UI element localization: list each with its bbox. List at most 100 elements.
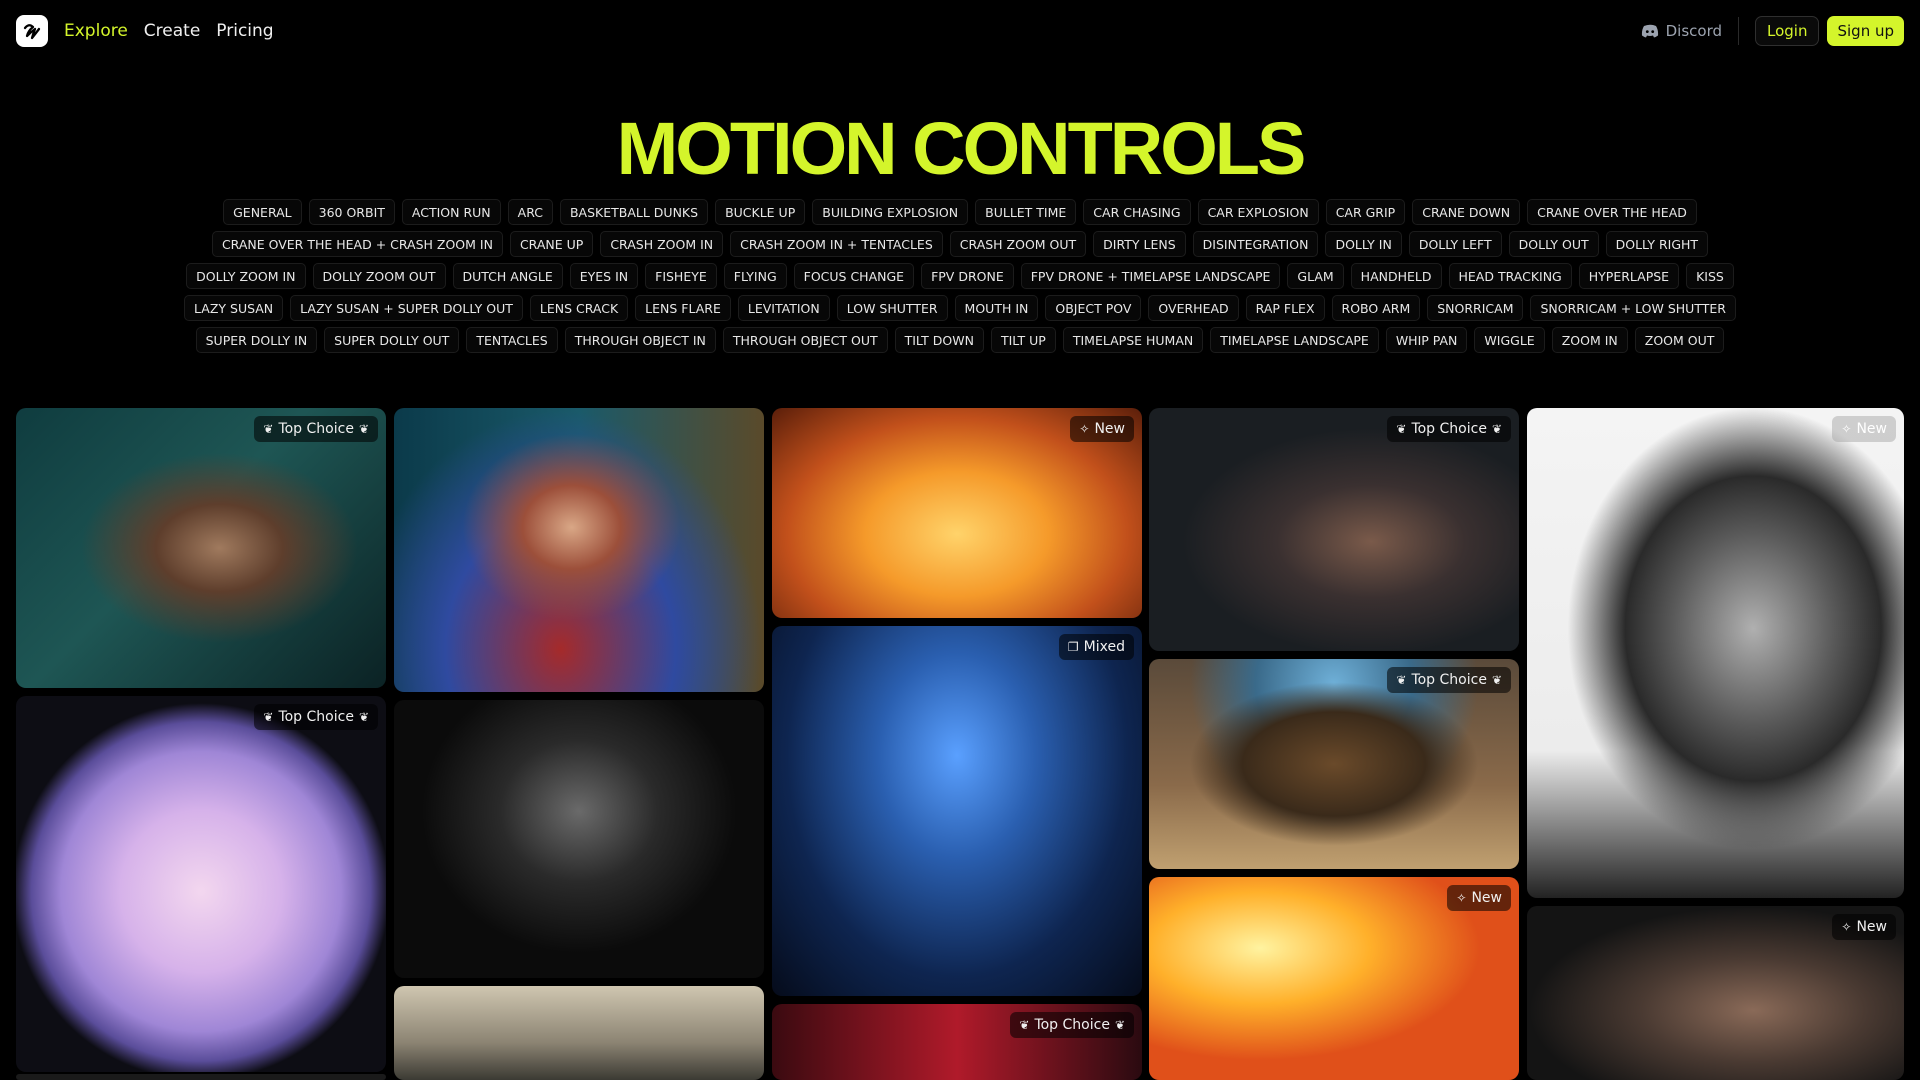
motion-tag-button[interactable]: FLYING	[723, 263, 787, 289]
motion-tag-button[interactable]: LENS FLARE	[635, 295, 731, 321]
motion-tag-button[interactable]: TENTACLES	[466, 327, 558, 353]
signup-button[interactable]: Sign up	[1827, 16, 1904, 46]
login-button[interactable]: Login	[1755, 16, 1820, 46]
motion-tag-button[interactable]: GLAM	[1287, 263, 1344, 289]
gallery-card[interactable]: ❦ Top Choice ❦	[1149, 408, 1519, 651]
badge-label: Top Choice	[1411, 421, 1487, 437]
motion-tag-button[interactable]: FOCUS CHANGE	[793, 263, 915, 289]
new-badge: ✧ New	[1070, 416, 1134, 442]
gallery-card[interactable]: ❦ Top Choice ❦	[16, 408, 386, 688]
gallery-card[interactable]: ✧ New	[1149, 877, 1519, 1080]
motion-tag-button[interactable]: SUPER DOLLY IN	[195, 327, 318, 353]
motion-tag-button[interactable]: BUILDING EXPLOSION	[812, 199, 969, 225]
motion-tag-button[interactable]: BULLET TIME	[975, 199, 1077, 225]
motion-tag-button[interactable]: DOLLY RIGHT	[1605, 231, 1709, 257]
motion-tag-button[interactable]: DIRTY LENS	[1093, 231, 1186, 257]
motion-tag-button[interactable]: BASKETBALL DUNKS	[559, 199, 709, 225]
motion-tag-button[interactable]: TILT UP	[990, 327, 1056, 353]
motion-tag-button[interactable]: CAR EXPLOSION	[1197, 199, 1319, 225]
motion-tag-button[interactable]: CRASH ZOOM IN + TENTACLES	[730, 231, 943, 257]
motion-tag-button[interactable]: OBJECT POV	[1045, 295, 1142, 321]
motion-tag-button[interactable]: LEVITATION	[737, 295, 830, 321]
nav-explore-link[interactable]: Explore	[64, 21, 128, 41]
motion-tag-button[interactable]: ARC	[507, 199, 553, 225]
motion-tag-button[interactable]: HANDHELD	[1350, 263, 1442, 289]
motion-tag-button[interactable]: 360 ORBIT	[308, 199, 395, 225]
tag-row: SUPER DOLLY IN SUPER DOLLY OUT TENTACLES TH…	[195, 327, 1725, 353]
motion-tag-button[interactable]: LAZY SUSAN	[184, 295, 284, 321]
motion-tag-button[interactable]: MOUTH IN	[954, 295, 1039, 321]
motion-tag-button[interactable]: CAR CHASING	[1083, 199, 1191, 225]
gallery-card[interactable]	[394, 700, 764, 978]
motion-tag-button[interactable]: DISINTEGRATION	[1192, 231, 1319, 257]
motion-tag-button[interactable]: LOW SHUTTER	[836, 295, 948, 321]
tag-row: DOLLY ZOOM IN DOLLY ZOOM OUT DUTCH ANGLE EY…	[186, 263, 1734, 289]
gallery-card[interactable]: ❦ Top Choice ❦	[1149, 659, 1519, 869]
motion-tag-button[interactable]: EYES IN	[569, 263, 639, 289]
laurel-icon: ❦	[1396, 673, 1407, 687]
motion-tag-button[interactable]: SNORRICAM + LOW SHUTTER	[1530, 295, 1736, 321]
motion-tag-button[interactable]: DOLLY IN	[1325, 231, 1402, 257]
account-nav: Discord Login Sign up	[1641, 0, 1904, 62]
new-badge: ✧ New	[1832, 914, 1896, 940]
motion-tag-button[interactable]: DOLLY ZOOM IN	[186, 263, 306, 289]
nav-divider	[1738, 17, 1740, 45]
motion-tag-button[interactable]: THROUGH OBJECT OUT	[722, 327, 888, 353]
motion-tag-button[interactable]: TILT DOWN	[894, 327, 984, 353]
logo-icon[interactable]	[16, 15, 48, 47]
gallery-card[interactable]: ✧ New	[1527, 408, 1904, 898]
discord-label: Discord	[1665, 22, 1723, 40]
motion-tag-button[interactable]: CRASH ZOOM OUT	[949, 231, 1087, 257]
motion-tag-button[interactable]: ROBO ARM	[1331, 295, 1421, 321]
gallery-card[interactable]	[16, 1074, 386, 1080]
gallery-card[interactable]: ❦ Top Choice ❦	[16, 696, 386, 1072]
motion-tag-button[interactable]: GENERAL	[223, 199, 302, 225]
discord-link[interactable]: Discord	[1641, 22, 1722, 40]
motion-tag-button[interactable]: CRANE OVER THE HEAD	[1527, 199, 1697, 225]
motion-tag-button[interactable]: RAP FLEX	[1245, 295, 1325, 321]
motion-tag-button[interactable]: OVERHEAD	[1148, 295, 1239, 321]
motion-tag-button[interactable]: WHIP PAN	[1385, 327, 1468, 353]
motion-tag-button[interactable]: DOLLY LEFT	[1408, 231, 1502, 257]
motion-tag-button[interactable]: FPV DRONE	[921, 263, 1014, 289]
gallery-card[interactable]	[394, 408, 764, 692]
motion-tag-button[interactable]: CRANE DOWN	[1412, 199, 1521, 225]
motion-tag-button[interactable]: CAR GRIP	[1325, 199, 1406, 225]
badge-label: Mixed	[1083, 639, 1125, 655]
motion-tag-button[interactable]: FPV DRONE + TIMELAPSE LANDSCAPE	[1020, 263, 1281, 289]
page-title: MOTION CONTROLS	[616, 107, 1307, 190]
nav-pricing-link[interactable]: Pricing	[216, 21, 273, 41]
motion-tag-button[interactable]: CRASH ZOOM IN	[600, 231, 724, 257]
motion-tag-button[interactable]: DOLLY OUT	[1508, 231, 1599, 257]
gallery-card[interactable]: ✧ New	[1527, 906, 1904, 1080]
badge-label: Top Choice	[1411, 672, 1487, 688]
gallery-card[interactable]: ❐ Mixed	[772, 626, 1142, 996]
motion-tag-button[interactable]: LAZY SUSAN + SUPER DOLLY OUT	[290, 295, 523, 321]
motion-tag-button[interactable]: ZOOM OUT	[1634, 327, 1725, 353]
motion-tag-button[interactable]: FISHEYE	[645, 263, 717, 289]
motion-tag-button[interactable]: CRANE OVER THE HEAD + CRASH ZOOM IN	[211, 231, 503, 257]
laurel-icon: ❦	[1396, 422, 1407, 436]
motion-tag-button[interactable]: DUTCH ANGLE	[452, 263, 563, 289]
nav-create-link[interactable]: Create	[144, 21, 201, 41]
gallery-card[interactable]: ✧ New	[772, 408, 1142, 618]
motion-tag-button[interactable]: WIGGLE	[1474, 327, 1545, 353]
motion-tag-button[interactable]: ZOOM IN	[1551, 327, 1628, 353]
gallery-card[interactable]: ❦ Top Choice ❦	[772, 1004, 1142, 1080]
top-choice-badge: ❦ Top Choice ❦	[1387, 667, 1511, 693]
gallery-card[interactable]	[394, 986, 764, 1080]
motion-tag-button[interactable]: SUPER DOLLY OUT	[324, 327, 460, 353]
motion-tag-button[interactable]: HEAD TRACKING	[1448, 263, 1572, 289]
motion-tag-button[interactable]: ACTION RUN	[401, 199, 501, 225]
motion-tag-button[interactable]: TIMELAPSE LANDSCAPE	[1210, 327, 1379, 353]
motion-tag-button[interactable]: DOLLY ZOOM OUT	[312, 263, 446, 289]
motion-tag-button[interactable]: TIMELAPSE HUMAN	[1062, 327, 1204, 353]
motion-tag-button[interactable]: BUCKLE UP	[715, 199, 806, 225]
motion-tag-button[interactable]: SNORRICAM	[1427, 295, 1524, 321]
motion-tag-button[interactable]: THROUGH OBJECT IN	[564, 327, 716, 353]
motion-tag-button[interactable]: HYPERLAPSE	[1578, 263, 1680, 289]
motion-tag-button[interactable]: KISS	[1686, 263, 1734, 289]
motion-tag-button[interactable]: LENS CRACK	[529, 295, 629, 321]
mixed-badge: ❐ Mixed	[1058, 634, 1134, 660]
motion-tag-button[interactable]: CRANE UP	[509, 231, 594, 257]
